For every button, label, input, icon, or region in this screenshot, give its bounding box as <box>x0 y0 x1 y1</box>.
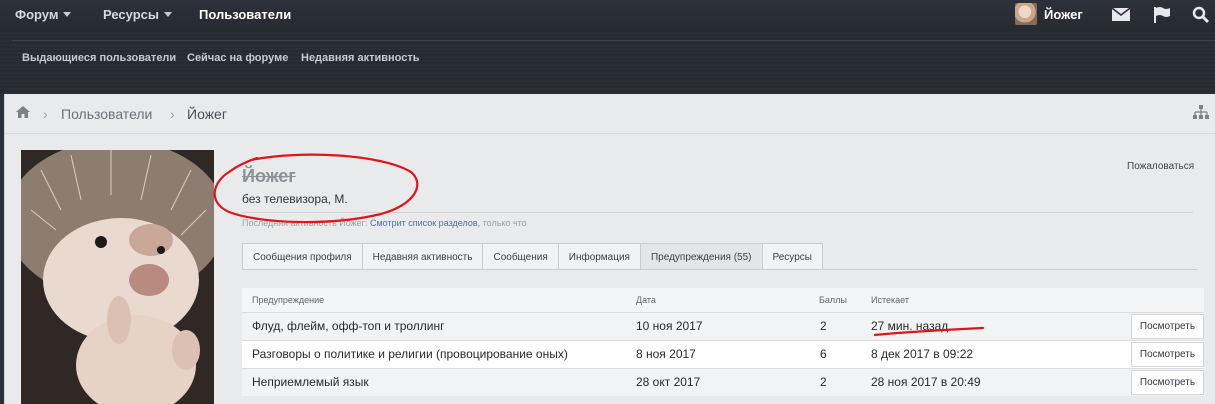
last-activity-text[interactable]: Смотрит список разделов, <box>370 218 480 228</box>
breadcrumb-current-user[interactable]: Йожег <box>187 106 227 122</box>
warning-title[interactable]: Неприемлемый язык <box>252 375 369 389</box>
view-warning-button[interactable]: Посмотреть <box>1131 342 1204 367</box>
table-header: Предупреждение Дата Баллы Истекает <box>242 288 1204 312</box>
warning-points: 2 <box>820 319 827 333</box>
warning-expires: 8 дек 2017 в 09:22 <box>871 347 974 361</box>
profile-tabs: Сообщения профиля Недавняя активность Со… <box>242 243 823 270</box>
flag-icon[interactable] <box>1153 6 1171 29</box>
warning-expires: 27 мин. назад <box>871 319 949 333</box>
table-row: Флуд, флейм, офф-топ и троллинг 10 ноя 2… <box>242 312 1204 340</box>
last-activity: Последняя активность Йожег: Смотрит спис… <box>242 218 527 228</box>
last-activity-prefix: Последняя активность Йожег: <box>242 218 368 228</box>
tab-recent-activity[interactable]: Недавняя активность <box>361 243 484 270</box>
view-warning-button[interactable]: Посмотреть <box>1131 314 1204 339</box>
warning-points: 2 <box>820 375 827 389</box>
sub-navigation: Выдающиеся пользователи Сейчас на форуме… <box>0 32 1215 94</box>
envelope-icon[interactable] <box>1111 6 1131 27</box>
profile-avatar[interactable] <box>21 150 214 404</box>
column-header-date: Дата <box>636 295 656 305</box>
column-header-expires: Истекает <box>871 295 909 305</box>
search-icon[interactable] <box>1192 6 1210 29</box>
content-panel: › Пользователи › Йожег Пожаловаться Йоже… <box>4 94 1215 404</box>
breadcrumb-members[interactable]: Пользователи <box>61 106 152 122</box>
table-row: Разговоры о политике и религии (провоцир… <box>242 340 1204 368</box>
home-icon[interactable] <box>15 105 31 122</box>
warning-points: 6 <box>820 347 827 361</box>
user-menu[interactable]: Йожег <box>1015 3 1083 25</box>
tab-warnings[interactable]: Предупреждения (55) <box>639 243 763 270</box>
sitemap-icon[interactable] <box>1193 105 1209 122</box>
chevron-right-icon: › <box>43 106 48 122</box>
tab-postings[interactable]: Сообщения <box>482 243 559 270</box>
nav-tab-forum-label: Форум <box>15 7 59 22</box>
divider <box>242 212 1193 213</box>
nav-tab-resources[interactable]: Ресурсы <box>103 7 172 22</box>
tab-resources[interactable]: Ресурсы <box>761 243 823 270</box>
nav-tab-resources-label: Ресурсы <box>103 7 159 22</box>
report-link[interactable]: Пожаловаться <box>1127 161 1194 172</box>
top-navigation: Форум Ресурсы Пользователи Йожег <box>0 0 1215 32</box>
breadcrumb: › Пользователи › Йожег <box>5 94 1215 134</box>
warning-title[interactable]: Флуд, флейм, офф-топ и троллинг <box>252 319 445 333</box>
view-warning-button[interactable]: Посмотреть <box>1131 370 1204 395</box>
warnings-table: Предупреждение Дата Баллы Истекает Флуд,… <box>242 288 1204 396</box>
chevron-right-icon: › <box>170 106 175 122</box>
column-header-warning: Предупреждение <box>252 295 325 305</box>
nav-tab-members-label: Пользователи <box>199 7 292 22</box>
profile-user-title: без телевизора, М. <box>242 192 348 206</box>
annotation-circle <box>213 153 419 224</box>
avatar <box>1015 3 1037 25</box>
user-name: Йожег <box>1044 6 1083 22</box>
column-header-points: Баллы <box>819 295 847 305</box>
warning-title[interactable]: Разговоры о политике и религии (провоцир… <box>252 347 568 361</box>
chevron-down-icon <box>163 12 172 17</box>
last-activity-time: только что <box>482 218 527 228</box>
profile-username: Йожег <box>242 166 296 186</box>
subnav-link-online-now[interactable]: Сейчас на форуме <box>187 52 288 64</box>
nav-tab-members[interactable]: Пользователи <box>199 7 291 22</box>
tabs-baseline <box>242 269 1197 270</box>
warning-expires: 28 ноя 2017 в 20:49 <box>871 375 981 389</box>
tab-information[interactable]: Информация <box>557 243 641 270</box>
nav-tab-forum[interactable]: Форум <box>15 7 72 22</box>
subnav-link-recent-activity[interactable]: Недавняя активность <box>301 52 419 64</box>
tab-profile-posts[interactable]: Сообщения профиля <box>242 243 363 270</box>
warning-date: 8 ноя 2017 <box>636 347 696 361</box>
table-row: Неприемлемый язык 28 окт 2017 2 28 ноя 2… <box>242 368 1204 396</box>
chevron-down-icon <box>63 12 72 17</box>
warning-date: 28 окт 2017 <box>636 375 701 389</box>
warning-date: 10 ноя 2017 <box>636 319 703 333</box>
subnav-link-notable-members[interactable]: Выдающиеся пользователи <box>22 52 176 64</box>
